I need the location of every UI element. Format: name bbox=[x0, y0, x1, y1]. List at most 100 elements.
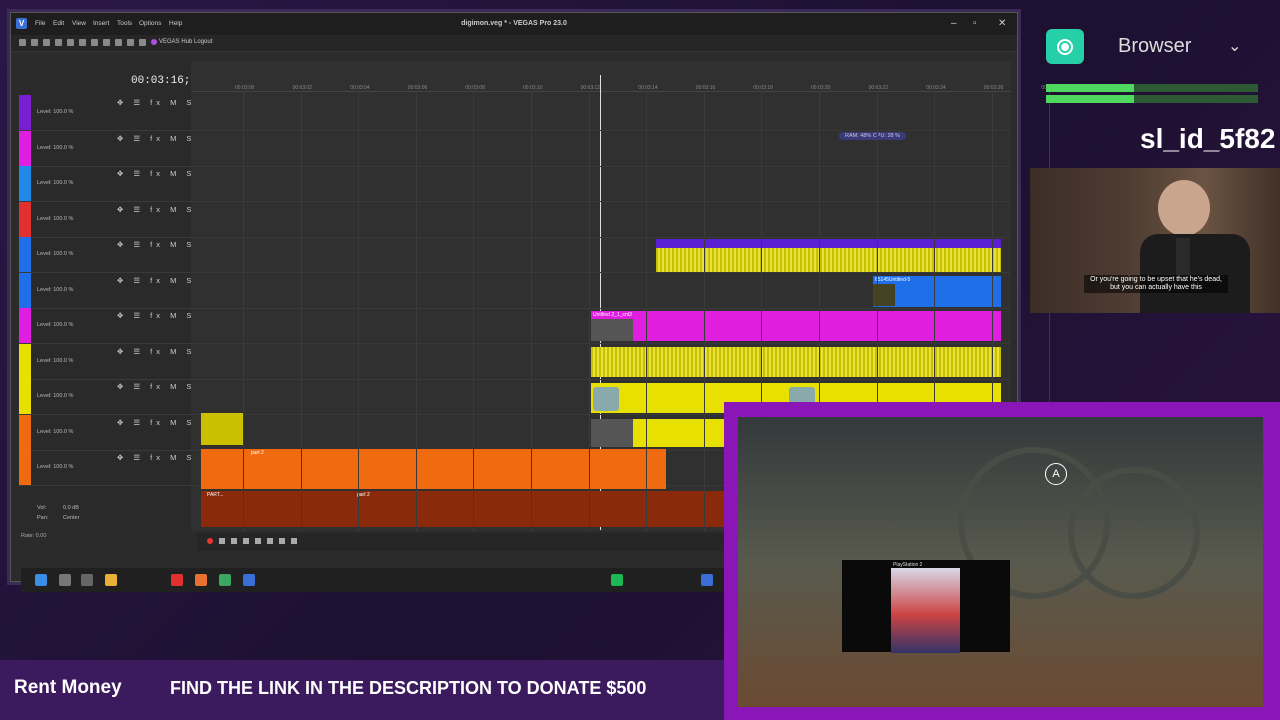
paste-icon[interactable] bbox=[103, 39, 110, 46]
firefox-icon[interactable] bbox=[195, 574, 207, 586]
audio-event[interactable]: PART... part 2 bbox=[201, 491, 736, 527]
cut-icon[interactable] bbox=[79, 39, 86, 46]
track-header[interactable]: Level: 100.0 % ✥ ☰ fx M S bbox=[19, 414, 191, 451]
track-controls[interactable]: ✥ ☰ fx M S bbox=[117, 240, 195, 249]
vegas-taskbar-icon-2[interactable] bbox=[701, 574, 713, 586]
ruler-tick: 00:03:24 bbox=[926, 85, 946, 91]
track-controls[interactable]: ✥ ☰ fx M S bbox=[117, 418, 195, 427]
close-icon[interactable]: ✕ bbox=[998, 18, 1006, 29]
track-header[interactable]: Level: 100.0 % ✥ ☰ fx M S bbox=[19, 450, 191, 486]
event-title: PART... bbox=[207, 492, 224, 498]
maximize-icon[interactable]: ▫ bbox=[973, 18, 977, 29]
track-controls[interactable]: ✥ ☰ fx M S bbox=[117, 205, 195, 214]
pan-label: Pan: bbox=[37, 515, 49, 521]
track-color bbox=[19, 450, 31, 485]
video-event-yellow[interactable] bbox=[656, 248, 1001, 272]
gear-shape bbox=[1068, 467, 1200, 599]
track-level: Level: 100.0 % bbox=[37, 109, 74, 115]
game-cover-art bbox=[891, 568, 960, 653]
grid-line bbox=[415, 91, 417, 531]
video-event-orange[interactable]: part 2 bbox=[201, 449, 666, 489]
task-view-icon[interactable] bbox=[81, 574, 93, 586]
track-color bbox=[19, 414, 31, 450]
track-color bbox=[19, 201, 31, 237]
undo-icon[interactable] bbox=[127, 39, 134, 46]
track-header[interactable]: Level: 100.0 % ✥ ☰ fx M S bbox=[19, 237, 191, 273]
spotify-icon[interactable] bbox=[611, 574, 623, 586]
redo-icon[interactable] bbox=[139, 39, 146, 46]
ruler-tick: 00:03:02 bbox=[292, 85, 313, 91]
pause-icon[interactable] bbox=[255, 538, 261, 544]
video-event-blue[interactable]: 65145Untitled-5 bbox=[873, 276, 1001, 307]
track-level: Level: 100.0 % bbox=[37, 144, 74, 151]
event-title: Untitled 2_1_cnt3 bbox=[593, 312, 632, 318]
track-header[interactable]: Level: 100.0 % ✥ ☰ fx M S bbox=[19, 166, 191, 202]
track-row[interactable] bbox=[191, 95, 1011, 131]
save-icon[interactable] bbox=[43, 39, 50, 46]
track-controls[interactable]: ✥ ☰ fx M S bbox=[117, 382, 195, 391]
track-level: Level: 100.0 % bbox=[37, 393, 74, 399]
loop-icon[interactable] bbox=[219, 538, 225, 544]
new-icon[interactable] bbox=[19, 39, 26, 46]
video-event-magenta[interactable]: Untitled 2_1_cnt3 bbox=[591, 311, 1001, 341]
track-controls[interactable]: ✥ ☰ fx M S bbox=[117, 169, 195, 178]
video-event-yellow-2[interactable] bbox=[591, 347, 1001, 377]
ruler-tick: 00:03:22 bbox=[868, 85, 889, 91]
track-controls[interactable]: ✥ ☰ fx M S bbox=[117, 98, 195, 107]
video-event-bar[interactable] bbox=[656, 239, 1001, 248]
track-header[interactable]: Level: 100.0 % ✥ ☰ fx M S bbox=[19, 379, 191, 415]
track-header[interactable]: Level: 100.0 % ✥ ☰ fx M S bbox=[19, 130, 191, 167]
chrome-icon[interactable] bbox=[219, 574, 231, 586]
chevron-down-icon[interactable]: ⌄ bbox=[1228, 36, 1241, 56]
track-header[interactable]: Level: 100.0 % ✥ ☰ fx M S bbox=[19, 201, 191, 238]
track-level: Level: 100.0 % bbox=[37, 428, 74, 435]
render-icon[interactable] bbox=[67, 39, 74, 46]
copy-icon[interactable] bbox=[91, 39, 98, 46]
play-icon[interactable] bbox=[243, 538, 249, 544]
track-header[interactable]: Level: 100.0 % ✥ ☰ fx M S bbox=[19, 272, 191, 309]
vegas-taskbar-icon[interactable] bbox=[243, 574, 255, 586]
open-icon[interactable] bbox=[31, 39, 38, 46]
track-controls[interactable]: ✥ ☰ fx M S bbox=[117, 311, 195, 320]
track-header[interactable]: Level: 100.0 % ✥ ☰ fx M S bbox=[19, 343, 191, 380]
grid-line bbox=[243, 91, 244, 531]
video-event-small[interactable] bbox=[201, 413, 243, 445]
track-color bbox=[19, 379, 31, 414]
person-head bbox=[1158, 180, 1210, 236]
window-title: digimon.veg * - VEGAS Pro 23.0 bbox=[461, 20, 567, 27]
delete-icon[interactable] bbox=[115, 39, 122, 46]
track-level: Level: 100.0 % bbox=[37, 286, 74, 293]
track-color bbox=[19, 237, 31, 272]
app-icon-red[interactable] bbox=[171, 574, 183, 586]
track-controls[interactable]: ✥ ☰ fx M S bbox=[117, 347, 195, 356]
play-from-start-icon[interactable] bbox=[231, 538, 237, 544]
settings-icon[interactable] bbox=[55, 39, 62, 46]
track-header[interactable]: Level: 100.0 % ✥ ☰ fx M S bbox=[19, 308, 191, 344]
prev-frame-icon[interactable] bbox=[279, 538, 285, 544]
pan-value: Center bbox=[63, 515, 80, 521]
grid-line bbox=[531, 91, 532, 531]
track-level: Level: 100.0 % bbox=[37, 322, 74, 328]
time-ruler[interactable]: 00:03:00 00:03:02 00:03:04 00:03:06 00:03:08… bbox=[191, 71, 1061, 92]
grid-line bbox=[588, 91, 590, 531]
track-row[interactable] bbox=[191, 166, 1011, 202]
track-row[interactable] bbox=[191, 202, 1011, 238]
next-frame-icon[interactable] bbox=[291, 538, 297, 544]
record-icon[interactable] bbox=[207, 538, 213, 544]
browser-source-label: Browser bbox=[1118, 35, 1192, 57]
minimize-icon[interactable]: – bbox=[951, 18, 957, 29]
track-header[interactable]: Level: 100.0 % ✥ ☰ fx M S bbox=[19, 95, 191, 131]
meter-fill bbox=[1046, 84, 1134, 92]
video-event-yellow-4[interactable] bbox=[591, 419, 726, 447]
vegas-hub-logout[interactable]: VEGAS Hub Logout bbox=[159, 39, 212, 45]
search-icon[interactable] bbox=[59, 574, 71, 586]
file-explorer-icon[interactable] bbox=[105, 574, 117, 586]
start-icon[interactable] bbox=[35, 574, 47, 586]
event-thumbnail bbox=[591, 419, 633, 447]
stop-icon[interactable] bbox=[267, 538, 273, 544]
track-level: Level: 100.0 % bbox=[37, 251, 74, 257]
track-controls[interactable]: ✥ ☰ fx M S bbox=[117, 453, 195, 462]
track-controls[interactable]: ✥ ☰ fx M S bbox=[117, 134, 195, 143]
track-controls[interactable]: ✥ ☰ fx M S bbox=[117, 276, 195, 285]
grid-line bbox=[358, 91, 360, 531]
